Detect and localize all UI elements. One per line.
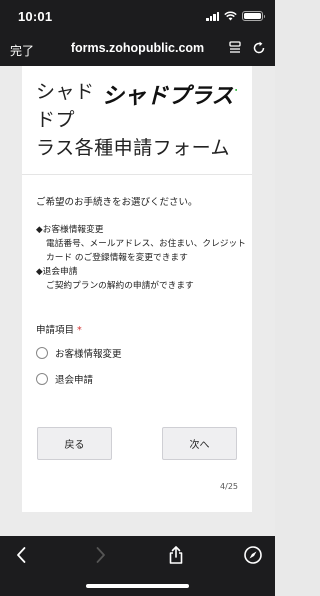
option-info-change[interactable]: お客様情報変更 (36, 346, 122, 360)
home-indicator (86, 584, 189, 588)
field-label: 申請項目 (36, 325, 75, 336)
back-button[interactable]: 戻る (37, 427, 112, 460)
item-title-info-change: ◆お客様情報変更 (36, 225, 104, 235)
required-mark: * (77, 325, 82, 336)
wifi-icon (224, 11, 237, 21)
cellular-signal-icon (206, 11, 219, 21)
option-label: お客様情報変更 (55, 349, 122, 360)
browser-top-bar: 10:01 完了 forms.zohopublic.com (0, 0, 275, 66)
form-card: シャド ドプ ラス各種申請フォーム シャドプラス+ ご希望のお手続きをお選びくだ… (22, 66, 252, 512)
procedure-descriptions: ◆お客様情報変更 電話番号、メールアドレス、お住まい、クレジットカード のご登録… (36, 223, 246, 293)
reader-mode-icon[interactable] (227, 40, 243, 56)
screen: 10:01 完了 forms.zohopublic.com シャド ドプ ラス各… (0, 0, 275, 596)
radio-button[interactable] (36, 373, 48, 385)
status-icons (206, 11, 265, 21)
item-body-info-change: 電話番号、メールアドレス、お住まい、クレジットカード のご登録情報を変更できます (46, 239, 246, 263)
compass-icon[interactable] (243, 545, 263, 565)
status-bar: 10:01 (0, 0, 275, 30)
intro-text: ご希望のお手続きをお選びください。 (36, 197, 198, 208)
item-body-withdrawal: ご契約プランの解約の申請ができます (46, 281, 194, 291)
title-line-3: ラス各種申請フォーム (36, 137, 231, 159)
item-title-withdrawal: ◆退会申請 (36, 267, 78, 277)
shadoplus-logo: シャドプラス+ (102, 80, 237, 108)
option-withdrawal[interactable]: 退会申請 (36, 372, 93, 386)
title-divider (22, 174, 252, 175)
radio-button[interactable] (36, 347, 48, 359)
page-indicator: 4/25 (220, 482, 238, 491)
option-label: 退会申請 (55, 375, 94, 386)
title-line-2: ドプ (36, 109, 76, 131)
svg-text:シャドプラス+: シャドプラス+ (102, 80, 237, 108)
status-time: 10:01 (18, 9, 53, 24)
next-button[interactable]: 次へ (162, 427, 237, 460)
application-type-label: 申請項目 * (36, 322, 82, 336)
back-arrow-icon[interactable] (12, 545, 32, 565)
forward-arrow-icon[interactable] (90, 545, 110, 565)
title-line-1: シャド (36, 81, 95, 103)
browser-nav-bar: 完了 forms.zohopublic.com (0, 38, 275, 60)
battery-icon (242, 11, 265, 21)
reload-icon[interactable] (251, 40, 267, 56)
share-icon[interactable] (166, 545, 186, 565)
